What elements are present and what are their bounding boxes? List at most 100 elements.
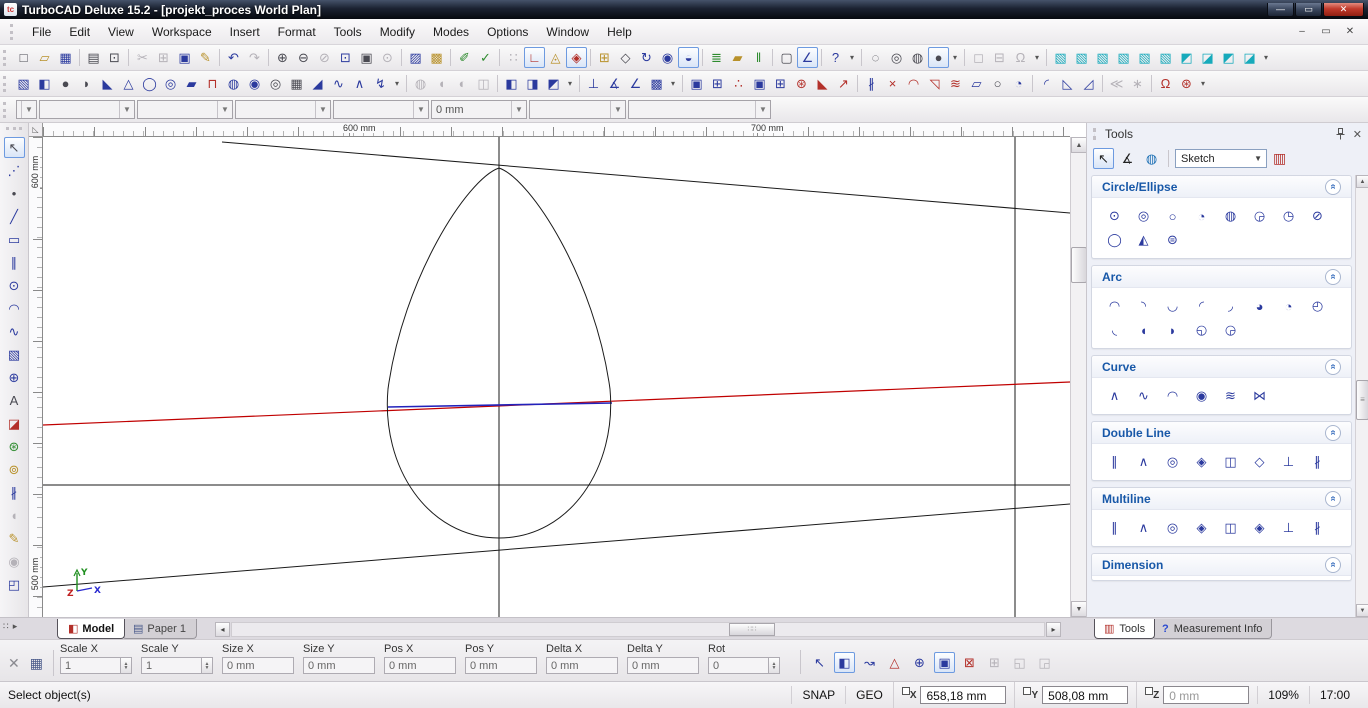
scrollbar-thumb[interactable]	[1071, 247, 1087, 283]
chamfer-tool[interactable]: ◹	[924, 73, 945, 94]
render-draft-button[interactable]: ◍	[907, 47, 928, 68]
workplane-button[interactable]: ◈	[566, 47, 587, 68]
minimize-button[interactable]: —	[1267, 3, 1294, 17]
chevron-down-icon[interactable]: ▼	[21, 101, 36, 118]
field-input[interactable]: 1	[60, 657, 121, 674]
hemisphere-tool[interactable]: ◗	[76, 73, 97, 94]
snap-modes-tool[interactable]: ⊚	[4, 459, 25, 480]
overflow-button[interactable]: ▾	[391, 73, 403, 94]
collapse-chevron-icon[interactable]: «	[1325, 425, 1341, 441]
select-tool[interactable]: ↖	[4, 137, 25, 158]
property-combo[interactable]: ▼	[235, 100, 331, 119]
double-polygon[interactable]: ◈	[1187, 450, 1216, 474]
multi-perpendicular[interactable]: ⊥	[1274, 516, 1303, 540]
doc-minimize-button[interactable]: –	[1294, 26, 1310, 37]
spinner-control[interactable]: ▲▼	[202, 657, 213, 674]
palette-node-edit-tool[interactable]: ∡	[1117, 148, 1138, 169]
cone-tool[interactable]: ◢	[307, 73, 328, 94]
field-input[interactable]: 0 mm	[546, 657, 618, 674]
save-view-button[interactable]: ▩	[426, 47, 447, 68]
arc-center-point[interactable]: ◠	[1100, 294, 1129, 318]
double-polyline[interactable]: ∧	[1129, 450, 1158, 474]
field-input[interactable]: 0	[708, 657, 769, 674]
undo-button[interactable]: ↶	[223, 47, 244, 68]
arc-3-point[interactable]: ◜	[1187, 294, 1216, 318]
overflow-button[interactable]: ▾	[1031, 47, 1043, 68]
cylinder-2-tool[interactable]: ◍	[223, 73, 244, 94]
coordinate-input[interactable]: 0 mm	[1163, 686, 1249, 704]
drawing-canvas[interactable]: Y X Z	[43, 137, 1070, 617]
wedge-tool[interactable]: ◣	[97, 73, 118, 94]
workplane-iso-ne-button[interactable]: ◩	[1176, 47, 1197, 68]
workplane-front-button[interactable]: ▧	[1092, 47, 1113, 68]
spell-check-button[interactable]: ✓	[475, 47, 496, 68]
pin-icon[interactable]	[1336, 128, 1345, 140]
paste-workplane-button[interactable]: ⊞	[594, 47, 615, 68]
double-rectangle[interactable]: ◫	[1216, 450, 1245, 474]
workplane-iso-sw-button[interactable]: ◪	[1239, 47, 1260, 68]
rectangle-tool[interactable]: ▭	[4, 229, 25, 250]
workplane-back-button[interactable]: ▧	[1113, 47, 1134, 68]
palette-select-tool[interactable]: ↖	[1093, 148, 1114, 169]
field-input[interactable]: 0 mm	[222, 657, 294, 674]
circle-double-point[interactable]: ○	[1158, 204, 1187, 228]
select-2d-3d-mode[interactable]: ◧	[834, 652, 855, 673]
copy-button[interactable]: ⊞	[153, 47, 174, 68]
menu-modes[interactable]: Modes	[424, 21, 478, 43]
overflow-button[interactable]: ▾	[1260, 47, 1272, 68]
arc-tan-to-point[interactable]: ◟	[1100, 318, 1129, 342]
new-view-button[interactable]: ▢	[776, 47, 797, 68]
workplane-world-button[interactable]: ▧	[1050, 47, 1071, 68]
coordinate-input[interactable]: 658,18 mm	[920, 686, 1006, 704]
mirror-copy-tool[interactable]: ▣	[749, 73, 770, 94]
rotated-box-tool[interactable]: ◧	[34, 73, 55, 94]
field-input[interactable]: 1	[141, 657, 202, 674]
ungroup-button[interactable]: ⊟	[989, 47, 1010, 68]
mesh-tool[interactable]: ▦	[286, 73, 307, 94]
text-tool[interactable]: A	[4, 390, 25, 411]
circle-center-point[interactable]: ⊙	[1100, 204, 1129, 228]
menu-options[interactable]: Options	[478, 21, 537, 43]
facet-subtract-tool[interactable]: ◖	[431, 73, 452, 94]
tab-tools-palette[interactable]: ▥ Tools	[1094, 619, 1155, 639]
hscroll-left-button[interactable]: ◂	[215, 622, 230, 637]
geo-toggle[interactable]: GEO	[845, 686, 893, 704]
explode-tool[interactable]: ⊛	[1176, 73, 1197, 94]
menu-window[interactable]: Window	[537, 21, 598, 43]
chevron-down-icon[interactable]: ▼	[610, 101, 625, 118]
workplane-grid-tool[interactable]: ▩	[646, 73, 667, 94]
double-circle[interactable]: ◎	[1158, 450, 1187, 474]
insert-picture-tool[interactable]: ◪	[4, 413, 25, 434]
doc-restore-button[interactable]: ▭	[1318, 26, 1334, 37]
sketch-segment-tool[interactable]: ⋰	[4, 160, 25, 181]
camera-button[interactable]: ◉	[657, 47, 678, 68]
multi-rectangle[interactable]: ◫	[1216, 516, 1245, 540]
arc-elliptical[interactable]: ◴	[1303, 294, 1332, 318]
orbit-button[interactable]: ↻	[636, 47, 657, 68]
show-axes-button[interactable]: ∠	[797, 47, 818, 68]
menu-view[interactable]: View	[99, 21, 143, 43]
cylinder-tool[interactable]: ◯	[139, 73, 160, 94]
workplane-top-button[interactable]: ▧	[1071, 47, 1092, 68]
horizontal-scrollbar[interactable]: ∷∷	[231, 622, 1045, 637]
chevron-down-icon[interactable]: ▼	[755, 101, 770, 118]
array-copy-tool[interactable]: ⊞	[707, 73, 728, 94]
workplane-angle-tool[interactable]: ∠	[625, 73, 646, 94]
tab-measurement-info[interactable]: ? Measurement Info	[1152, 619, 1272, 639]
coordinate-system-button[interactable]: ∟	[524, 47, 545, 68]
menu-insert[interactable]: Insert	[221, 21, 269, 43]
help-button[interactable]: ?	[825, 47, 846, 68]
hscroll-right-button[interactable]: ▸	[1046, 622, 1061, 637]
circle-tan-to-3[interactable]: ◷	[1274, 204, 1303, 228]
prism-tool[interactable]: △	[118, 73, 139, 94]
arc-concentric[interactable]: ◝	[1129, 294, 1158, 318]
anchor-mode[interactable]: ⊕	[909, 652, 930, 673]
menu-help[interactable]: Help	[598, 21, 641, 43]
align-tool[interactable]: ≪	[1106, 73, 1127, 94]
menu-edit[interactable]: Edit	[60, 21, 99, 43]
point-tool[interactable]: •	[4, 183, 25, 204]
workplane-iso-se-button[interactable]: ◩	[1218, 47, 1239, 68]
zoom-in-button[interactable]: ⊕	[272, 47, 293, 68]
meet-2-lines-tool[interactable]: ×	[882, 73, 903, 94]
arc-1-2[interactable]: ◔	[1274, 294, 1303, 318]
